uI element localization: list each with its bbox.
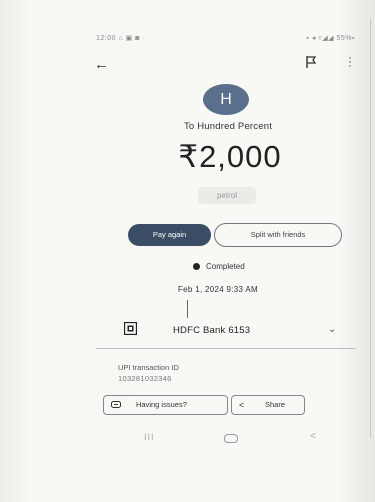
status-badge: Completed — [193, 262, 245, 271]
share-icon: < — [239, 400, 245, 410]
more-vert-icon[interactable]: · · · — [348, 51, 352, 71]
bank-logo-icon — [124, 322, 137, 335]
transaction-detail-screen: 12:00 ⌂ ▣ ◙ · ▪ ◂ ▿◢◢ 55%▪ ← · · · H To Hu… — [0, 0, 375, 502]
screen-edge-divider — [370, 18, 371, 438]
amount: ₹2,000 — [178, 139, 282, 174]
upi-transaction-id: 103281032346 — [118, 374, 172, 383]
home-icon[interactable] — [224, 434, 238, 443]
transaction-datetime: Feb 1, 2024 9:33 AM — [178, 285, 258, 294]
payee-name: To Hundred Percent — [183, 121, 273, 132]
share-button[interactable]: < Share — [231, 395, 305, 415]
having-issues-button[interactable]: Having issues? — [103, 395, 228, 415]
having-issues-label: Having issues? — [136, 400, 187, 409]
nav-back-icon[interactable]: < — [310, 431, 316, 442]
recent-apps-icon[interactable]: III — [144, 432, 155, 442]
upi-transaction-label: UPI transaction ID — [118, 363, 179, 372]
share-label: Share — [265, 400, 286, 409]
pay-again-button[interactable]: Pay again — [128, 224, 211, 246]
status-indicators: ▪ ◂ ▿◢◢ 55%▪ — [306, 35, 355, 42]
avatar: H — [203, 84, 249, 115]
chat-icon — [111, 401, 121, 408]
status-bar: 12:00 ⌂ ▣ ◙ · ▪ ◂ ▿◢◢ 55%▪ — [96, 34, 355, 46]
bank-name: HDFC Bank 6153 — [173, 325, 251, 336]
status-label: Completed — [206, 262, 245, 271]
split-with-friends-button[interactable]: Split with friends — [214, 223, 342, 247]
status-time: 12:00 ⌂ ▣ ◙ · — [96, 35, 146, 42]
bank-account-row[interactable]: HDFC Bank 6153 ⌄ — [96, 315, 356, 349]
status-dot-icon — [193, 263, 200, 270]
back-arrow-icon[interactable]: ← — [94, 56, 109, 73]
flag-icon[interactable] — [305, 55, 317, 69]
transaction-note: petrol — [198, 187, 256, 204]
system-navigation-bar: III < — [0, 430, 375, 450]
chevron-down-icon[interactable]: ⌄ — [328, 324, 336, 335]
